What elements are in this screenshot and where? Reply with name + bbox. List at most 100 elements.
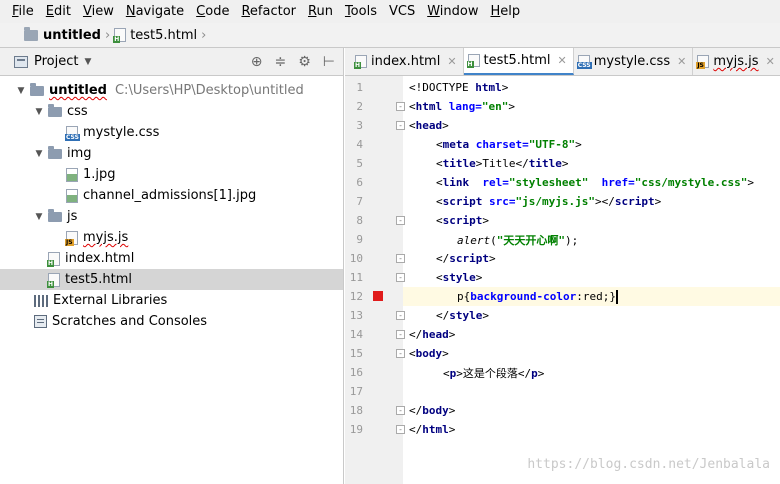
menu-help[interactable]: Help <box>490 4 520 19</box>
locate-icon[interactable]: ⊕ <box>251 54 263 70</box>
chevron-down-icon[interactable]: ▼ <box>32 149 46 159</box>
menu-view[interactable]: View <box>83 4 114 19</box>
code-line-2: 2 - <html lang="en"> <box>345 97 780 116</box>
fold-icon[interactable]: - <box>396 121 405 130</box>
code-line-19: 19 - </html> <box>345 420 780 439</box>
project-path: C:\Users\HP\Desktop\untitled <box>114 83 304 98</box>
tree-item-scratches[interactable]: Scratches and Consoles <box>0 311 343 332</box>
tab-label: myjs.js <box>713 54 759 69</box>
menu-code[interactable]: Code <box>196 4 229 19</box>
tab-myjs-js[interactable]: JS myjs.js ✕ <box>693 48 780 75</box>
line-number: 2 <box>356 100 363 113</box>
menu-refactor[interactable]: Refactor <box>241 4 296 19</box>
fold-icon[interactable]: - <box>396 330 405 339</box>
tree-item-label: channel_admissions[1].jpg <box>83 188 257 203</box>
fold-icon[interactable]: - <box>396 406 405 415</box>
code-text[interactable]: <script> <box>436 214 489 227</box>
fold-icon[interactable]: - <box>396 216 405 225</box>
close-icon[interactable]: ✕ <box>447 55 456 68</box>
hide-panel-icon[interactable]: ⊢ <box>323 54 335 70</box>
tree-item-test5-html[interactable]: H test5.html <box>0 269 343 290</box>
code-text[interactable]: <html lang="en"> <box>409 100 515 113</box>
tree-item-myjs-js[interactable]: JS myjs.js <box>0 227 343 248</box>
folder-icon <box>30 82 44 96</box>
line-number: 10 <box>349 252 363 265</box>
close-icon[interactable]: ✕ <box>766 55 775 68</box>
tree-item-label: untitled <box>49 83 107 98</box>
code-text[interactable]: </head> <box>409 328 455 341</box>
code-line-6: 6 <link rel="stylesheet" href="css/mysty… <box>345 173 780 192</box>
tree-item-label: index.html <box>65 251 135 266</box>
tree-item-channel-admissions-jpg[interactable]: channel_admissions[1].jpg <box>0 185 343 206</box>
fold-icon[interactable]: - <box>396 273 405 282</box>
line-number: 17 <box>349 385 363 398</box>
code-text[interactable]: </script> <box>436 252 496 265</box>
css-file-icon: CSS <box>65 125 80 141</box>
tree-item-mystyle-css[interactable]: CSS mystyle.css <box>0 122 343 143</box>
menu-run[interactable]: Run <box>308 4 333 19</box>
tab-test5-html[interactable]: H test5.html ✕ <box>463 48 574 75</box>
code-text[interactable]: <body> <box>409 347 449 360</box>
tree-item-img[interactable]: ▼ img <box>0 143 343 164</box>
chevron-down-icon[interactable]: ▼ <box>14 86 28 96</box>
code-text[interactable]: <script src="js/myjs.js"></script> <box>436 195 661 208</box>
project-view-selector[interactable]: Project <box>34 54 78 69</box>
code-text[interactable]: <style> <box>436 271 482 284</box>
close-icon[interactable]: ✕ <box>558 54 567 67</box>
tree-item-css[interactable]: ▼ css <box>0 101 343 122</box>
breadcrumb: untitled › H test5.html › <box>0 23 780 48</box>
code-text[interactable]: </style> <box>436 309 489 322</box>
code-text[interactable]: alert("天天开心啊"); <box>457 232 578 248</box>
fold-icon[interactable]: - <box>396 311 405 320</box>
code-line-9: 9 alert("天天开心啊"); <box>345 230 780 249</box>
code-text[interactable]: </body> <box>409 404 455 417</box>
chevron-down-icon[interactable]: ▼ <box>32 212 46 222</box>
code-text[interactable]: <p>这是个段落</p> <box>443 365 544 381</box>
line-number: 7 <box>356 195 363 208</box>
tree-item-index-html[interactable]: H index.html <box>0 248 343 269</box>
fold-icon[interactable]: - <box>396 102 405 111</box>
tree-item-external-libraries[interactable]: External Libraries <box>0 290 343 311</box>
code-line-5: 5 <title>Title</title> <box>345 154 780 173</box>
tab-mystyle-css[interactable]: CSS mystyle.css ✕ <box>574 48 694 75</box>
gear-icon[interactable]: ⚙ <box>298 54 311 70</box>
fold-icon[interactable]: - <box>396 349 405 358</box>
line-number: 11 <box>349 271 363 284</box>
tree-item-js[interactable]: ▼ js <box>0 206 343 227</box>
menu-navigate[interactable]: Navigate <box>126 4 184 19</box>
code-text[interactable]: </html> <box>409 423 455 436</box>
code-line-7: 7 <script src="js/myjs.js"></script> <box>345 192 780 211</box>
line-number: 12 <box>349 290 363 303</box>
code-text[interactable]: <!DOCTYPE html> <box>409 81 508 94</box>
tree-item-1-jpg[interactable]: 1.jpg <box>0 164 343 185</box>
code-text[interactable]: <title>Title</title> <box>436 157 569 170</box>
library-icon <box>34 294 48 307</box>
collapse-all-icon[interactable]: ≑ <box>275 54 287 70</box>
chevron-down-icon[interactable]: ▼ <box>84 57 91 67</box>
code-text[interactable]: p{background-color:red;} <box>457 289 618 304</box>
chevron-down-icon[interactable]: ▼ <box>32 107 46 117</box>
code-text[interactable]: <link rel="stylesheet" href="css/mystyle… <box>436 176 754 189</box>
menu-vcs[interactable]: VCS <box>389 4 415 19</box>
html-file-icon: H <box>354 55 367 69</box>
close-icon[interactable]: ✕ <box>677 55 686 68</box>
menu-edit[interactable]: Edit <box>46 4 71 19</box>
code-text[interactable]: <head> <box>409 119 449 132</box>
tab-index-html[interactable]: H index.html ✕ <box>351 48 464 75</box>
tree-item-label: css <box>67 104 88 119</box>
tree-item-root[interactable]: ▼ untitled C:\Users\HP\Desktop\untitled <box>0 80 343 101</box>
code-text[interactable]: <meta charset="UTF-8"> <box>436 138 582 151</box>
breakpoint-icon[interactable] <box>373 291 383 301</box>
fold-icon[interactable]: - <box>396 254 405 263</box>
tab-label: mystyle.css <box>593 54 671 69</box>
breadcrumb-project[interactable]: untitled <box>43 28 101 43</box>
line-number: 8 <box>356 214 363 227</box>
line-number: 5 <box>356 157 363 170</box>
breadcrumb-file[interactable]: test5.html <box>130 28 197 43</box>
menu-file[interactable]: File <box>12 4 34 19</box>
menu-tools[interactable]: Tools <box>345 4 377 19</box>
menu-window[interactable]: Window <box>427 4 478 19</box>
fold-icon[interactable]: - <box>396 425 405 434</box>
code-line-4: 4 <meta charset="UTF-8"> <box>345 135 780 154</box>
tab-label: test5.html <box>483 53 551 68</box>
